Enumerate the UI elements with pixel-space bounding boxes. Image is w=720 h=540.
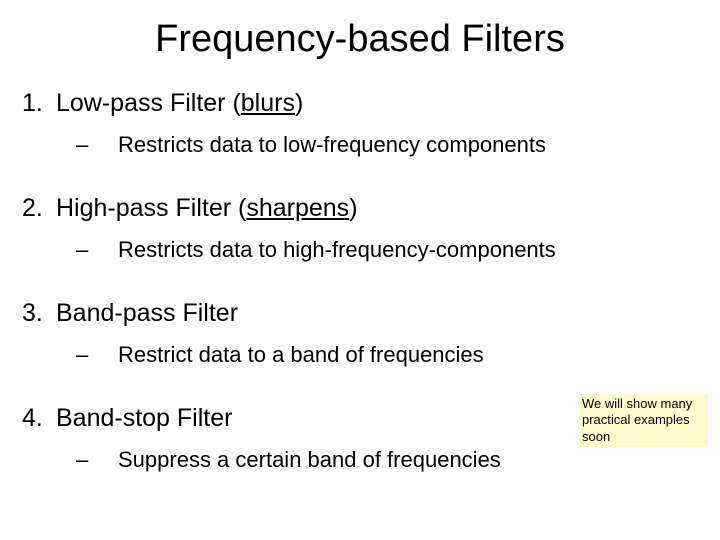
bullet-dash: – xyxy=(76,132,118,158)
list-item: 1. Low-pass Filter (blurs) –Restricts da… xyxy=(22,89,698,158)
heading-keyword: sharpens xyxy=(246,194,349,222)
list-item: 2. High-pass Filter (sharpens) –Restrict… xyxy=(22,194,698,263)
bullet-dash: – xyxy=(76,447,118,473)
item-number: 1. xyxy=(22,89,56,118)
heading-text: Band-pass Filter xyxy=(56,299,238,327)
item-number: 2. xyxy=(22,194,56,223)
item-title: Low-pass Filter (blurs) xyxy=(56,89,303,118)
heading-text: ) xyxy=(295,89,303,117)
sub-text: Suppress a certain band of frequencies xyxy=(118,447,501,472)
bullet-dash: – xyxy=(76,237,118,263)
callout-note: We will show many practical examples soo… xyxy=(580,394,708,447)
heading-text: Band-stop Filter xyxy=(56,404,232,432)
heading-text: Low-pass Filter ( xyxy=(56,89,241,117)
sub-item: –Suppress a certain band of frequencies xyxy=(22,447,698,473)
heading-text: High-pass Filter ( xyxy=(56,194,246,222)
item-number: 3. xyxy=(22,299,56,328)
sub-item: –Restrict data to a band of frequencies xyxy=(22,342,698,368)
item-number: 4. xyxy=(22,404,56,433)
slide-title: Frequency-based Filters xyxy=(0,0,720,71)
bullet-dash: – xyxy=(76,342,118,368)
sub-text: Restricts data to high-frequency-compone… xyxy=(118,237,556,262)
item-title: High-pass Filter (sharpens) xyxy=(56,194,358,223)
item-title: Band-pass Filter xyxy=(56,299,238,328)
sub-item: –Restricts data to high-frequency-compon… xyxy=(22,237,698,263)
list-item: 3. Band-pass Filter –Restrict data to a … xyxy=(22,299,698,368)
item-title: Band-stop Filter xyxy=(56,404,232,433)
heading-text: ) xyxy=(349,194,357,222)
item-heading: 3. Band-pass Filter xyxy=(22,299,698,328)
heading-keyword: blurs xyxy=(241,89,295,117)
sub-text: Restricts data to low-frequency componen… xyxy=(118,132,546,157)
item-heading: 1. Low-pass Filter (blurs) xyxy=(22,89,698,118)
sub-text: Restrict data to a band of frequencies xyxy=(118,342,484,367)
sub-item: –Restricts data to low-frequency compone… xyxy=(22,132,698,158)
item-heading: 2. High-pass Filter (sharpens) xyxy=(22,194,698,223)
